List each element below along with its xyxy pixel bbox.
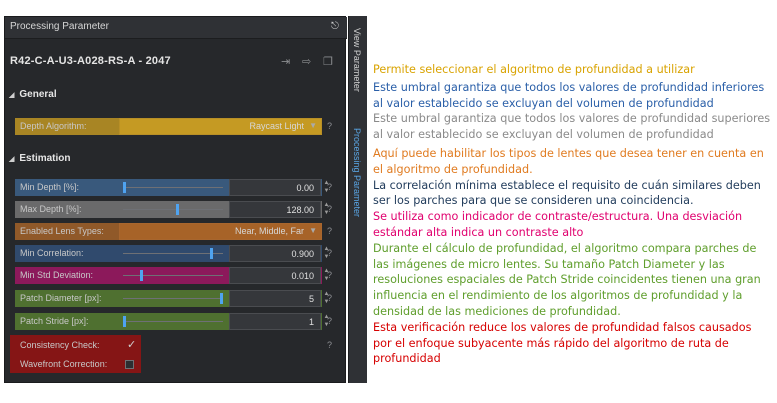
note-min-depth: Este umbral garantiza que todos los valo… xyxy=(373,80,765,110)
min-correlation-slider[interactable] xyxy=(119,245,227,262)
section-estimation-label: Estimation xyxy=(19,153,71,164)
slider-track xyxy=(123,321,223,322)
note-depth-algorithm: Permite seleccionar el algoritmo de prof… xyxy=(373,63,695,76)
max-depth-label: Max Depth [%]: xyxy=(20,204,82,214)
min-std-deviation-label: Min Std Deviation: xyxy=(20,270,94,280)
tab-processing-parameter[interactable]: Processing Parameter xyxy=(352,128,362,217)
note-min-std-deviation: Se utiliza como indicador de contraste/e… xyxy=(373,210,743,239)
slider-handle[interactable] xyxy=(123,182,126,193)
processing-parameter-panel: Processing Parameter ⎋ R42-C-A-U3-A028-R… xyxy=(4,16,347,383)
collapse-triangle-icon: ◢ xyxy=(9,156,15,163)
slider-track xyxy=(123,275,223,276)
help-icon[interactable]: ? xyxy=(327,248,332,258)
slider-handle[interactable] xyxy=(220,293,223,304)
help-icon[interactable]: ? xyxy=(327,182,332,192)
patch-diameter-row: Patch Diameter [px]: 5 ▲ ▼ xyxy=(15,290,329,307)
slider-track xyxy=(123,253,223,254)
lens-types-label: Enabled Lens Types: xyxy=(20,226,104,236)
wavefront-correction-checkbox[interactable] xyxy=(125,360,134,369)
depth-algorithm-select[interactable]: Raycast Light ▼ xyxy=(119,118,322,135)
min-std-deviation-input[interactable]: 0.010 xyxy=(229,267,321,284)
tab-view-parameter[interactable]: View Parameter xyxy=(352,28,362,92)
section-general-label: General xyxy=(19,89,57,100)
max-depth-slider[interactable] xyxy=(119,201,227,218)
min-correlation-input[interactable]: 0.900 xyxy=(229,245,321,262)
patch-diameter-label: Patch Diameter [px]: xyxy=(20,293,102,303)
patch-stride-row: Patch Stride [px]: 1 ▲ ▼ xyxy=(15,313,329,330)
slider-handle[interactable] xyxy=(140,270,144,281)
annotation-notes: Permite seleccionar el algoritmo de prof… xyxy=(373,62,773,367)
depth-algorithm-label: Depth Algorithm: xyxy=(20,121,87,131)
side-tab-strip: View Parameter Processing Parameter xyxy=(348,16,367,383)
max-depth-input[interactable]: 128.00 xyxy=(229,201,321,218)
chevron-down-icon: ▼ xyxy=(309,121,317,130)
min-depth-row: Min Depth [%]: 0.00 ▲ ▼ xyxy=(15,179,329,196)
lens-types-select[interactable]: Near, Middle, Far ▼ xyxy=(119,223,322,240)
min-std-deviation-row: Min Std Deviation: 0.010 ▲ ▼ xyxy=(15,267,329,284)
patch-stride-input[interactable]: 1 xyxy=(229,313,321,330)
help-icon[interactable]: ? xyxy=(327,204,332,214)
note-lens-types: Aquí puede habilitar los tipos de lentes… xyxy=(373,146,764,176)
export-icon[interactable]: ⇨ xyxy=(302,55,311,68)
help-icon[interactable]: ? xyxy=(327,316,332,326)
depth-algorithm-row: Depth Algorithm: Raycast Light ▼ xyxy=(15,118,322,135)
note-min-correlation: La correlación mínima establece el requi… xyxy=(373,178,761,208)
panel-title: Processing Parameter xyxy=(10,21,109,32)
help-icon[interactable]: ? xyxy=(327,226,332,236)
min-correlation-row: Min Correlation: 0.900 ▲ ▼ xyxy=(15,245,329,262)
collapse-triangle-icon: ◢ xyxy=(9,92,15,99)
consistency-check-checkbox[interactable]: ✓ xyxy=(127,338,136,351)
dataset-name: R42-C-A-U3-A028-RS-A - 2047 xyxy=(10,55,171,67)
min-std-deviation-slider[interactable] xyxy=(119,267,227,284)
slider-track xyxy=(123,209,223,210)
slider-track xyxy=(123,298,223,299)
chevron-down-icon: ▼ xyxy=(309,226,317,235)
wavefront-correction-label: Wavefront Correction: xyxy=(20,359,108,369)
note-consistency-check: Esta verificación reduce los valores de … xyxy=(373,320,752,366)
consistency-check-row: Consistency Check: ✓ xyxy=(15,337,146,354)
wavefront-correction-row: Wavefront Correction: xyxy=(15,356,146,373)
patch-diameter-slider[interactable] xyxy=(119,290,227,307)
slider-handle[interactable] xyxy=(123,316,126,327)
help-icon[interactable]: ? xyxy=(327,121,332,131)
import-icon[interactable]: ⇥ xyxy=(281,55,290,68)
pin-icon[interactable]: ⎋ xyxy=(331,21,339,32)
section-estimation[interactable]: ◢ Estimation xyxy=(9,153,71,164)
min-depth-input[interactable]: 0.00 xyxy=(229,179,321,196)
patch-diameter-input[interactable]: 5 xyxy=(229,290,321,307)
section-general[interactable]: ◢ General xyxy=(9,89,57,100)
lens-types-row: Enabled Lens Types: Near, Middle, Far ▼ xyxy=(15,223,322,240)
min-correlation-label: Min Correlation: xyxy=(20,248,84,258)
slider-handle[interactable] xyxy=(210,248,214,259)
consistency-check-label: Consistency Check: xyxy=(20,340,100,350)
patch-stride-slider[interactable] xyxy=(119,313,227,330)
panel-header: Processing Parameter ⎋ xyxy=(5,17,347,39)
help-icon[interactable]: ? xyxy=(327,340,332,350)
note-patch: Durante el cálculo de profundidad, el al… xyxy=(373,241,761,318)
min-depth-slider[interactable] xyxy=(119,179,227,196)
slider-handle[interactable] xyxy=(176,204,180,215)
min-depth-label: Min Depth [%]: xyxy=(20,182,80,192)
note-max-depth: Este umbral garantiza que todos los valo… xyxy=(373,112,771,142)
max-depth-row: Max Depth [%]: 128.00 ▲ ▼ xyxy=(15,201,329,218)
help-icon[interactable]: ? xyxy=(327,293,332,303)
patch-stride-label: Patch Stride [px]: xyxy=(20,316,89,326)
lens-types-value: Near, Middle, Far xyxy=(234,226,304,236)
help-icon[interactable]: ? xyxy=(327,270,332,280)
slider-track xyxy=(123,187,223,188)
copy-icon[interactable]: ❐ xyxy=(323,55,333,68)
depth-algorithm-value: Raycast Light xyxy=(249,121,304,131)
